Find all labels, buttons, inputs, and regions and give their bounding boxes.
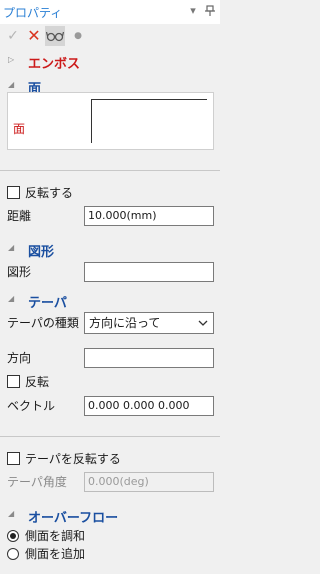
dot-icon[interactable]: ● — [71, 26, 85, 46]
shape-label: 図形 — [7, 265, 32, 279]
distance-input[interactable]: 10.000(mm) — [84, 206, 214, 226]
taper-angle-label: テーパ角度 — [7, 475, 67, 489]
section-shape[interactable]: ◢ 図形 — [0, 240, 220, 260]
flip-label: 反転 — [25, 375, 50, 389]
divider — [0, 436, 220, 437]
panel-titlebar: プロパティ ▾ — [0, 0, 220, 24]
panel-title: プロパティ — [3, 6, 63, 20]
overflow-harmonize-radio[interactable] — [7, 530, 19, 542]
vector-input[interactable]: 0.000 0.000 0.000 — [84, 396, 214, 416]
command-toolbar: ✓ ✕ ● — [0, 24, 220, 48]
taper-type-select[interactable]: 方向に沿って — [84, 312, 214, 334]
section-shape-title: 図形 — [28, 245, 55, 260]
overflow-option-label: 側面を調和 — [25, 529, 86, 543]
collapse-caret-icon[interactable]: ◢ — [8, 509, 14, 518]
shape-input[interactable] — [84, 262, 214, 282]
taper-reverse-label: テーパを反転する — [25, 452, 121, 466]
face-list-label: 面 — [13, 122, 26, 136]
taper-angle-input[interactable]: 0.000(deg) — [84, 472, 214, 492]
preview-button[interactable] — [45, 26, 65, 46]
section-emboss[interactable]: ▷ エンボス — [0, 52, 220, 72]
overflow-add-radio[interactable] — [7, 548, 19, 560]
face-selection-list[interactable]: 面 — [7, 92, 214, 150]
section-overflow-title: オーバーフロー — [28, 511, 119, 526]
chevron-down-icon — [198, 320, 208, 326]
cancel-button[interactable]: ✕ — [26, 26, 42, 46]
overflow-option-label: 側面を追加 — [25, 547, 86, 561]
reverse-checkbox[interactable] — [7, 186, 20, 199]
divider — [0, 170, 220, 171]
pin-icon[interactable] — [203, 2, 217, 20]
taper-reverse-checkbox[interactable] — [7, 452, 20, 465]
flip-checkbox[interactable] — [7, 375, 20, 388]
taper-type-label: テーパの種類 — [7, 316, 79, 330]
glasses-icon — [45, 31, 65, 42]
collapse-caret-icon[interactable]: ◢ — [8, 243, 14, 252]
direction-input[interactable] — [84, 348, 214, 368]
vector-label: ベクトル — [7, 399, 56, 413]
panel-menu-icon[interactable]: ▾ — [186, 2, 200, 20]
section-taper[interactable]: ◢ テーパ — [0, 291, 220, 311]
distance-label: 距離 — [7, 209, 32, 223]
expand-caret-icon[interactable]: ▷ — [8, 55, 14, 64]
section-taper-title: テーパ — [28, 296, 67, 311]
taper-type-value: 方向に沿って — [89, 316, 161, 330]
section-emboss-title: エンボス — [28, 57, 81, 72]
direction-label: 方向 — [7, 351, 32, 365]
collapse-caret-icon[interactable]: ◢ — [8, 294, 14, 303]
face-list-area[interactable] — [91, 99, 207, 143]
section-overflow[interactable]: ◢ オーバーフロー — [0, 506, 220, 526]
ok-button[interactable]: ✓ — [5, 26, 21, 46]
reverse-label: 反転する — [25, 186, 74, 200]
collapse-caret-icon[interactable]: ◢ — [8, 80, 14, 89]
